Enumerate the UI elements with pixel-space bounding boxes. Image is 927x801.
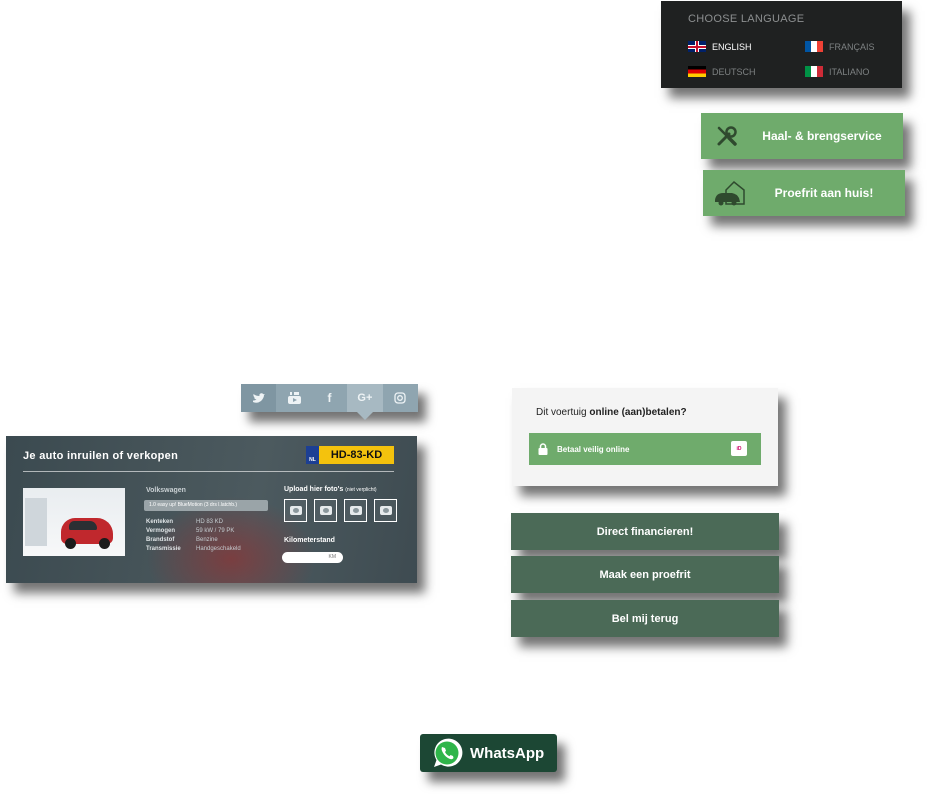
payment-question-bold: online (aan)betalen? <box>589 407 687 418</box>
it-flag-icon <box>805 66 823 77</box>
language-option-italian[interactable]: ITALIANO <box>805 66 869 77</box>
callback-button[interactable]: Bel mij terug <box>511 600 779 637</box>
spec-row: Brandstof Benzine <box>146 537 218 543</box>
testdrive-at-home-button[interactable]: Proefrit aan huis! <box>703 170 905 216</box>
photo-upload-slot[interactable] <box>284 499 307 522</box>
upload-label-text: Upload hier foto's <box>284 486 344 493</box>
camera-icon <box>319 506 332 515</box>
whatsapp-icon <box>429 736 465 770</box>
camera-icon <box>289 506 302 515</box>
trade-in-title: Je auto inruilen of verkopen <box>23 450 179 462</box>
social-bar: f G+ <box>241 384 418 420</box>
testdrive-button[interactable]: Maak een proefrit <box>511 556 779 593</box>
language-option-label: ENGLISH <box>712 41 752 52</box>
language-option-label: ITALIANO <box>829 66 870 77</box>
language-option-label: DEUTSCH <box>712 66 756 77</box>
tools-icon <box>701 124 753 148</box>
lock-icon <box>529 443 557 455</box>
language-option-label: FRANÇAIS <box>829 41 875 52</box>
testdrive-at-home-label: Proefrit aan huis! <box>774 186 874 200</box>
spec-row: Vermogen 59 kW / 79 PK <box>146 528 234 534</box>
mileage-label: Kilometerstand <box>284 537 335 544</box>
mileage-input[interactable]: KM <box>282 552 343 563</box>
house-car-icon <box>703 178 755 208</box>
pickup-service-button[interactable]: Haal- & brengservice <box>701 113 903 159</box>
pay-online-label: Betaal veilig online <box>557 444 630 454</box>
camera-icon <box>349 506 362 515</box>
spec-value: 59 kW / 79 PK <box>196 528 235 534</box>
spec-key: Kenteken <box>146 519 174 525</box>
twitter-icon[interactable] <box>241 384 277 412</box>
spec-key: Transmissie <box>146 546 181 552</box>
plate-country: NL <box>306 446 319 464</box>
payment-question: Dit voertuig online (aan)betalen? <box>536 407 687 418</box>
spec-value: HD 83 KD <box>196 519 224 525</box>
de-flag-icon <box>688 66 706 77</box>
license-plate: NL HD-83-KD <box>306 446 394 464</box>
photo-upload-slot[interactable] <box>344 499 367 522</box>
instagram-icon[interactable] <box>383 384 418 412</box>
spec-row: Kenteken HD 83 KD <box>146 519 223 525</box>
uk-flag-icon <box>688 41 706 52</box>
payment-card: Dit voertuig online (aan)betalen? Betaal… <box>512 388 778 486</box>
facebook-icon[interactable]: f <box>312 384 347 412</box>
photo-upload-slot[interactable] <box>374 499 397 522</box>
fr-flag-icon <box>805 41 823 52</box>
language-panel: CHOOSE LANGUAGE ENGLISH FRANÇAIS DEUTSCH… <box>661 1 902 88</box>
pickup-service-label: Haal- & brengservice <box>762 129 882 143</box>
spec-key: Brandstof <box>146 537 175 543</box>
spec-row: Transmissie Handgeschakeld <box>146 546 241 552</box>
plate-number: HD-83-KD <box>330 449 383 461</box>
photo-upload-slot[interactable] <box>314 499 337 522</box>
facebook-glyph: f <box>327 391 332 405</box>
language-option-french[interactable]: FRANÇAIS <box>805 41 875 52</box>
whatsapp-button[interactable]: WhatsApp <box>420 734 557 772</box>
payment-question-prefix: Dit voertuig <box>536 407 590 418</box>
pay-online-button[interactable]: Betaal veilig online iD <box>529 433 761 465</box>
whatsapp-label: WhatsApp <box>470 744 545 762</box>
upload-hint: (niet verplicht) <box>345 487 377 493</box>
finance-button[interactable]: Direct financieren! <box>511 513 779 550</box>
spec-value: Benzine <box>196 537 218 543</box>
language-panel-title: CHOOSE LANGUAGE <box>688 13 805 25</box>
divider <box>23 471 394 472</box>
ideal-logo-icon: iD <box>731 441 747 456</box>
spec-key: Vermogen <box>146 528 176 534</box>
google-plus-glyph: G+ <box>357 392 373 404</box>
upload-photos-label: Upload hier foto's (niet verplicht) <box>284 486 377 493</box>
language-option-german[interactable]: DEUTSCH <box>688 66 756 77</box>
google-plus-icon[interactable]: G+ <box>347 384 383 420</box>
car-model: 1.0 easy up! BlueMotion (3 drs l.latchb.… <box>144 500 268 511</box>
spec-value: Handgeschakeld <box>196 546 241 552</box>
car-photo <box>23 488 125 556</box>
language-option-english[interactable]: ENGLISH <box>688 41 752 52</box>
youtube-icon[interactable] <box>276 384 311 412</box>
camera-icon <box>379 506 392 515</box>
trade-in-card: Je auto inruilen of verkopen NL HD-83-KD… <box>6 436 417 583</box>
car-brand: Volkswagen <box>146 487 186 494</box>
